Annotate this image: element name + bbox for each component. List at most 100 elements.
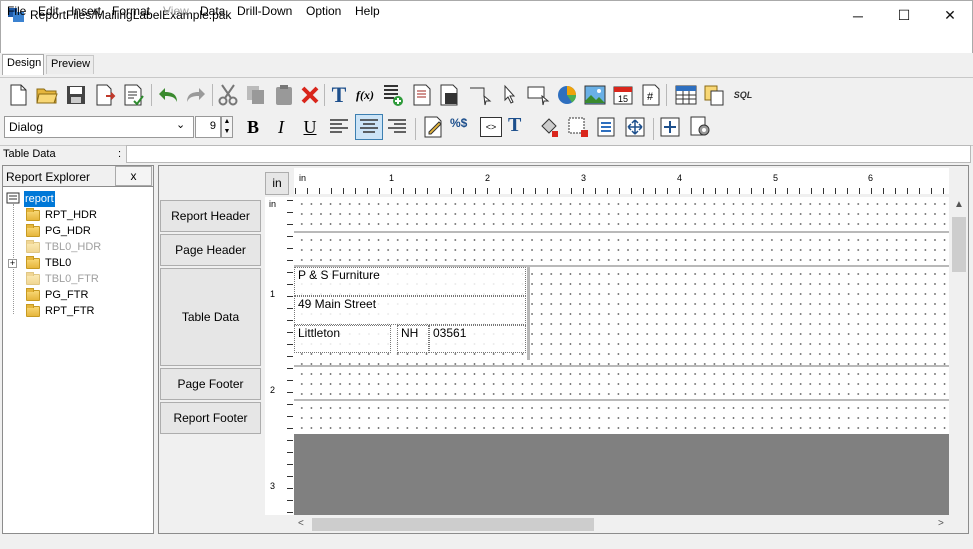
tree-item-rpt-hdr[interactable]: RPT_HDR [26, 207, 97, 223]
edit-format-icon[interactable] [423, 116, 445, 138]
font-size-field[interactable]: 9 [195, 116, 221, 138]
menu-format[interactable]: Format [112, 4, 150, 18]
scroll-right-icon[interactable]: > [938, 518, 944, 529]
maximize-button[interactable]: ☐ [881, 0, 927, 31]
insert-subreport-icon[interactable] [410, 83, 434, 107]
redo-icon[interactable] [184, 83, 208, 107]
folder-icon [26, 287, 40, 301]
align-center-button[interactable] [355, 114, 383, 140]
tree-item-tbl0[interactable]: TBL0 [26, 255, 71, 271]
paste-icon[interactable] [272, 83, 296, 107]
unit-button[interactable]: in [265, 172, 289, 195]
ruler-tick-3: 3 [581, 173, 587, 183]
band-button-report-header[interactable]: Report Header [160, 200, 261, 232]
band-button-page-header[interactable]: Page Header [160, 234, 261, 266]
tree-item-pg-ftr[interactable]: PG_FTR [26, 287, 88, 303]
tab-design[interactable]: Design [2, 54, 44, 75]
report-header-band[interactable] [294, 197, 949, 231]
report-explorer-close-button[interactable]: x [115, 166, 152, 186]
move-icon[interactable] [624, 116, 646, 138]
border-icon[interactable] [567, 116, 589, 138]
layout-icon[interactable] [659, 116, 681, 138]
tree-item-pg-hdr[interactable]: PG_HDR [26, 223, 91, 239]
design-canvas[interactable]: P & S Furniture 49 Main Street Littleton… [294, 197, 949, 515]
undo-icon[interactable] [156, 83, 180, 107]
select-pointer-icon[interactable] [497, 83, 521, 107]
tree-item-tbl0-ftr[interactable]: TBL0_FTR [26, 271, 99, 287]
sql-icon[interactable]: SQL [731, 83, 755, 107]
publish-icon[interactable] [122, 83, 146, 107]
tree-item-rpt-ftr[interactable]: RPT_FTR [26, 303, 95, 319]
vertical-ruler: in 1 2 3 [265, 197, 294, 515]
minimize-button[interactable]: ─ [835, 0, 881, 31]
italic-button[interactable]: I [270, 114, 292, 140]
code-icon[interactable]: <> [480, 117, 502, 137]
state-field[interactable]: NH [397, 325, 429, 353]
font-select[interactable]: Dialog [4, 116, 194, 138]
insert-formula-icon[interactable]: f(x) [353, 83, 377, 107]
expand-icon[interactable]: + [8, 259, 17, 268]
insert-picture-icon[interactable] [583, 83, 607, 107]
zip-field[interactable]: 03561 [429, 325, 526, 353]
save-icon[interactable] [64, 83, 88, 107]
menu-edit[interactable]: Edit [38, 4, 59, 18]
insert-rectangle-icon[interactable] [526, 83, 550, 107]
band-button-report-footer[interactable]: Report Footer [160, 402, 261, 434]
report-footer-band[interactable] [294, 401, 949, 433]
folder-icon [26, 271, 40, 285]
underline-button[interactable]: U [299, 114, 321, 140]
export-icon[interactable] [94, 83, 118, 107]
page-footer-band[interactable] [294, 367, 949, 399]
insert-date-icon[interactable]: 15 [611, 83, 635, 107]
insert-chart-icon[interactable] [555, 83, 579, 107]
scroll-up-icon[interactable]: ▲ [954, 199, 964, 210]
scroll-left-icon[interactable]: < [298, 518, 304, 529]
street-field[interactable]: 49 Main Street [294, 296, 526, 325]
vertical-scrollbar[interactable]: ▲ [950, 197, 968, 515]
city-field[interactable]: Littleton [294, 325, 391, 353]
align-left-icon[interactable] [328, 117, 350, 137]
table-icon[interactable] [674, 83, 698, 107]
insert-image-icon[interactable] [438, 83, 462, 107]
font-size-stepper[interactable]: ▲ ▼ [221, 116, 233, 138]
menu-data[interactable]: Data [200, 4, 225, 18]
column-resize-handle[interactable] [527, 267, 530, 360]
menu-help[interactable]: Help [355, 4, 380, 18]
open-icon[interactable] [35, 83, 59, 107]
close-button[interactable]: ✕ [927, 0, 973, 31]
tab-preview[interactable]: Preview [46, 55, 94, 74]
menu-file[interactable]: File [7, 4, 26, 18]
page-header-band[interactable] [294, 233, 949, 265]
report-explorer-title: Report Explorer [6, 170, 91, 184]
band-button-table-data[interactable]: Table Data [160, 268, 261, 366]
tree-item-tbl0-hdr[interactable]: TBL0_HDR [26, 239, 101, 255]
insert-label-icon[interactable]: T [327, 82, 351, 107]
horizontal-scroll-thumb[interactable] [312, 518, 594, 531]
copy-icon[interactable] [244, 83, 268, 107]
tree-item-report[interactable]: report [24, 191, 55, 207]
properties-icon[interactable] [596, 116, 618, 138]
menu-view[interactable]: View [163, 4, 189, 18]
fill-color-icon[interactable] [538, 116, 560, 138]
menu-insert[interactable]: Insert [71, 4, 101, 18]
insert-column-icon[interactable] [381, 83, 405, 107]
table-data-field[interactable] [126, 145, 971, 163]
settings-icon[interactable] [689, 116, 713, 138]
clipboard-icon[interactable] [702, 83, 726, 107]
chevron-down-icon[interactable]: ⌄ [176, 118, 185, 131]
band-button-page-footer[interactable]: Page Footer [160, 368, 261, 400]
new-icon[interactable] [6, 83, 30, 107]
text-color-icon[interactable]: T [508, 114, 521, 137]
bold-button[interactable]: B [242, 114, 264, 140]
number-format-icon[interactable]: %$ [450, 116, 467, 130]
insert-page-number-icon[interactable]: # [639, 83, 663, 107]
delete-icon[interactable] [298, 83, 322, 107]
insert-line-icon[interactable] [468, 83, 492, 107]
menu-option[interactable]: Option [306, 4, 341, 18]
menu-drill-down[interactable]: Drill-Down [237, 4, 292, 18]
vertical-scroll-thumb[interactable] [952, 217, 966, 272]
cut-icon[interactable] [216, 83, 240, 107]
align-right-icon[interactable] [386, 117, 408, 137]
company-field[interactable]: P & S Furniture [294, 267, 526, 296]
horizontal-scrollbar[interactable]: < > [294, 516, 950, 533]
